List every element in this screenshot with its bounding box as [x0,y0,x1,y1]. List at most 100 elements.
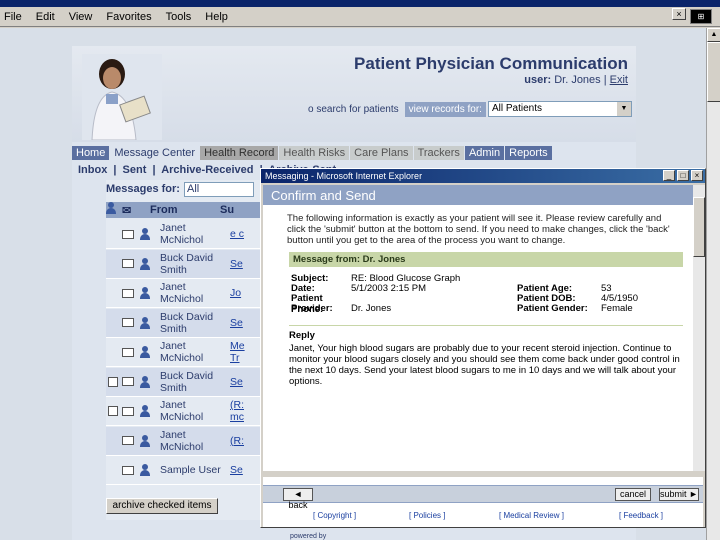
subtab-inbox[interactable]: Inbox [78,164,107,176]
archive-checked-button[interactable]: archive checked items [106,498,218,514]
popup-title-bar: Messaging - Microsoft Internet Explorer … [261,169,705,183]
policies-link[interactable]: [ Policies ] [409,511,445,520]
message-fields: Subject: RE: Blood Glucose Graph Date: 5/1… [289,273,683,315]
person-icon [140,316,150,329]
row-subject-link[interactable]: Se [230,258,248,270]
row-from: Janet McNichol [160,281,204,305]
app-title: Patient Physician Communication [354,54,628,73]
submit-button-label: submit [660,489,687,499]
row-checkbox[interactable] [108,376,118,387]
menu-favorites[interactable]: Favorites [106,11,151,23]
medical-review-link[interactable]: [ Medical Review ] [499,511,564,520]
menu-tools[interactable]: Tools [166,11,192,23]
gender-field: Patient Gender: Female [517,303,633,314]
powered-by-label: powered by [290,533,327,540]
envelope-icon [122,377,134,386]
menu-edit[interactable]: Edit [36,11,55,23]
envelope-icon: ✉ [122,204,132,217]
menu-file[interactable]: File [4,11,22,23]
row-subject-link[interactable]: Me Tr [230,340,248,364]
popup-body: Confirm and Send The following informati… [263,185,693,471]
browser-scrollbar[interactable]: ▲ [706,28,720,540]
row-from: Janet McNichol [160,222,204,246]
subtab-archive-received[interactable]: Archive-Received [161,164,253,176]
row-subject-link[interactable]: (R: mc [230,399,248,423]
provider-field: Provider: Dr. Jones [291,303,391,314]
copyright-link[interactable]: [ Copyright ] [313,511,356,520]
provider-value: Dr. Jones [351,303,392,314]
browser-title-bar [0,0,720,7]
tab-health-risks[interactable]: Health Risks [279,146,350,160]
date-value: 5/1/2003 2:15 PM [351,283,426,294]
back-button[interactable]: ◄ back [283,488,313,510]
submit-button[interactable]: submit ► [659,488,699,501]
popup-title: Messaging - Microsoft Internet Explorer [265,171,423,181]
view-records-select[interactable]: All Patients ▼ [487,101,632,117]
messaging-popup-window: Messaging - Microsoft Internet Explorer … [260,168,706,528]
message-from-heading: Message from: Dr. Jones [289,252,683,267]
search-patients-link[interactable]: o search for patients [308,104,399,115]
row-subject-link[interactable]: Jo [230,287,248,299]
maximize-icon[interactable]: □ [677,170,689,181]
envelope-icon [122,229,134,239]
view-records-value: All Patients [491,103,542,114]
person-icon [140,405,150,417]
provider-label: Provider: [291,303,333,314]
envelope-icon [122,347,134,357]
search-row: o search for patients view records for: … [308,100,632,118]
tab-home[interactable]: Home [72,146,110,160]
envelope-icon [122,436,134,445]
subtab-sent[interactable]: Sent [123,164,147,176]
menu-view[interactable]: View [69,11,93,23]
browser-menu-bar: File Edit View Favorites Tools Help × ⊞ [0,7,720,27]
scroll-up-icon[interactable]: ▲ [707,28,720,42]
person-icon [140,434,150,447]
view-records-label: view records for: [404,101,486,117]
chevron-down-icon[interactable]: ▼ [616,102,631,116]
row-subject-link[interactable]: e c [230,228,248,240]
tab-trackers[interactable]: Trackers [413,146,464,160]
tab-admin[interactable]: Admin [464,146,505,160]
close-icon[interactable]: × [691,170,703,181]
row-subject-link[interactable]: Se [230,464,248,476]
envelope-icon [122,318,134,327]
row-from: Buck David Smith [160,310,214,335]
messages-for-select[interactable]: All [183,181,254,197]
row-subject-link[interactable]: Se [230,317,248,329]
tab-message-center[interactable]: Message Center [110,146,200,160]
app-header: Patient Physician Communication user: Dr… [72,46,636,142]
tab-care-plans[interactable]: Care Plans [350,146,413,160]
minimize-icon[interactable]: _ [663,170,675,181]
row-subject-link[interactable]: Se [230,376,248,388]
row-checkbox[interactable] [108,406,118,416]
row-subject-link[interactable]: (R: [230,435,248,447]
user-label: user: [524,74,552,86]
exit-link[interactable]: Exit [610,74,628,86]
feedback-link[interactable]: [ Feedback ] [619,511,663,520]
person-icon [140,375,150,388]
subtab-separator: | [152,164,156,176]
user-line: user: Dr. Jones | Exit [524,74,628,86]
popup-scrollbar[interactable] [693,185,705,471]
person-icon [140,228,150,240]
envelope-icon [122,288,134,298]
col-from[interactable]: From [150,204,220,216]
confirm-send-heading: Confirm and Send [263,185,693,205]
tab-health-record[interactable]: Health Record [200,146,279,160]
popup-scrollbar-thumb[interactable] [693,197,705,257]
browser-close-button[interactable]: × [672,8,686,20]
menu-help[interactable]: Help [205,11,228,23]
tab-reports[interactable]: Reports [505,146,552,160]
popup-button-row: ◄ back cancel submit ► [263,485,703,510]
person-icon [140,464,150,476]
row-from: Janet McNichol [160,340,204,364]
confirm-intro-text: The following information is exactly as … [287,213,670,246]
popup-footer: ◄ back cancel submit ► [ Copyright ] [ P… [263,477,703,527]
row-from: Buck David Smith [160,369,214,394]
scrollbar-thumb[interactable] [707,42,720,102]
person-icon [140,287,150,299]
cancel-button[interactable]: cancel [615,488,651,501]
messages-for-label: Messages for: [106,183,180,195]
col-subject[interactable]: Su [220,204,234,216]
gender-value: Female [601,303,633,314]
